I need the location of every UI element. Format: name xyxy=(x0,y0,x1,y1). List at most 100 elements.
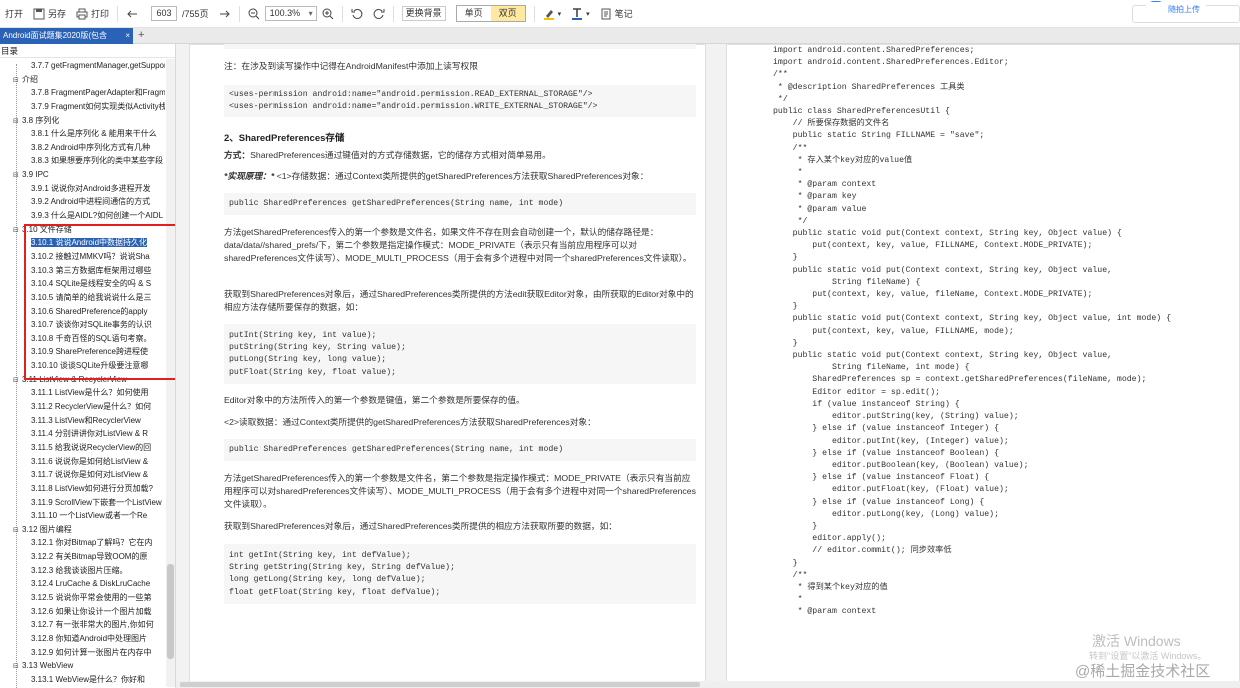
notes-button[interactable]: 笔记 xyxy=(595,3,638,25)
outline-label: 3.11.8 ListView如何进行分页加载? xyxy=(31,483,153,493)
outline-item[interactable]: 3.11.4 分别讲讲你对ListView & R xyxy=(0,427,165,441)
divider xyxy=(392,5,394,22)
background-dropdown[interactable]: 更换背景 xyxy=(401,6,446,21)
sidebar-scroll-thumb[interactable] xyxy=(167,564,174,659)
outline-item[interactable]: 3.8.1 什么是序列化 & 能用来干什么 xyxy=(0,127,165,141)
print-button[interactable]: 打印 xyxy=(71,3,114,25)
outline-item[interactable]: 3.13.1 WebView是什么？你好和 xyxy=(0,673,165,687)
zoom-out-button[interactable] xyxy=(243,3,265,25)
outline-item[interactable]: 3.10.10 谈谈SQLite升级要注意哪 xyxy=(0,359,165,373)
paragraph-5: 方法getSharedPreferences传入的第一个参数是文件名，第二个参数… xyxy=(224,473,696,510)
outline-item[interactable]: 3.12.9 如何计算一张图片在内存中 xyxy=(0,646,165,660)
outline-section[interactable]: ⊟ 3.10 文件存储 xyxy=(0,223,165,237)
note-icon xyxy=(601,8,611,19)
add-tab-button[interactable]: + xyxy=(138,28,144,43)
outline-label: 3.10.3 第三方数据库框架用过哪些 xyxy=(31,265,152,275)
outline-item[interactable]: 3.9.1 说说你对Android多进程开发 xyxy=(0,182,165,196)
outline-item[interactable]: 3.8.2 Android中序列化方式有几种 xyxy=(0,141,165,155)
outline-item[interactable]: 3.10.3 第三方数据库框架用过哪些 xyxy=(0,264,165,278)
outline-label: 3.12.1 你对Bitmap了解吗？它在内 xyxy=(31,538,153,548)
outline-item[interactable]: 3.12.3 给我谈谈图片压缩。 xyxy=(0,564,165,578)
outline-item[interactable]: 3.10.5 请简单的给我说说什么是三 xyxy=(0,291,165,305)
single-page-label: 单页 xyxy=(464,8,483,18)
outline-item[interactable]: 3.12.8 你知道Android中处理图片 xyxy=(0,632,165,646)
tab-document[interactable]: Android面试题集2020版(包含 × xyxy=(0,28,133,44)
outline-item[interactable]: 3.11.3 ListView和RecyclerView xyxy=(0,414,165,428)
collapse-toggle-icon[interactable]: ⊟ xyxy=(13,115,21,128)
collapse-toggle-icon[interactable]: ⊟ xyxy=(13,524,21,537)
outline-item[interactable]: 3.11.8 ListView如何进行分页加载? xyxy=(0,482,165,496)
collapse-toggle-icon[interactable]: ⊟ xyxy=(13,169,21,182)
outline-item[interactable]: 3.7.9 Fragment如何实现类似Activity栈 xyxy=(0,100,165,114)
highlight-button[interactable]: ▾ xyxy=(538,3,567,25)
outline-item[interactable]: 3.11.10 一个ListView或者一个Re xyxy=(0,509,165,523)
outline-item[interactable]: 3.12.2 有关Bitmap导致OOM的原 xyxy=(0,550,165,564)
open-button[interactable]: 打开 xyxy=(0,3,28,25)
outline-item[interactable]: 3.10.9 SharePreference跨进程使 xyxy=(0,345,165,359)
outline-label: 3.8.2 Android中序列化方式有几种 xyxy=(31,142,151,152)
outline-item[interactable]: 3.12.7 有一张非常大的图片,你如何 xyxy=(0,618,165,632)
zoom-select[interactable]: 100.3% xyxy=(264,6,317,21)
double-page-button[interactable]: 双页 xyxy=(490,6,525,21)
rotate-right-button[interactable] xyxy=(368,3,390,25)
divider xyxy=(341,5,343,22)
zoom-in-icon xyxy=(322,8,333,19)
outline-label: 3.10.7 谈谈你对SQLite事务的认识 xyxy=(31,320,152,330)
outline-item[interactable]: 3.7.8 FragmentPagerAdapter和FragmentState… xyxy=(0,86,165,100)
text-color-button[interactable]: ▾ xyxy=(566,3,595,25)
collapse-toggle-icon[interactable]: ⊟ xyxy=(13,74,21,87)
outline-item[interactable]: 3.11.2 RecyclerView是什么？如何 xyxy=(0,400,165,414)
outline-item[interactable]: 3.12.4 LruCache & DiskLruCache xyxy=(0,577,165,591)
outline-label: 3.11.5 给我说说RecyclerView的回 xyxy=(31,442,152,452)
paragraph-2: 获取到SharedPreferences对象后，通过SharedPreferen… xyxy=(224,289,694,313)
outline-item[interactable]: 3.10.2 接触过MMKV吗？说说Sha xyxy=(0,250,165,264)
outline-item[interactable]: 3.12.1 你对Bitmap了解吗？它在内 xyxy=(0,536,165,550)
outline-section[interactable]: ⊟ 3.13 WebView xyxy=(0,659,165,673)
outline-label: 3.8 序列化 xyxy=(22,115,60,125)
page-left: 注：在涉及到读写操作中记得在AndroidManifest中添加上读写权限 <u… xyxy=(189,44,706,688)
watermark-activate: 激活 Windows xyxy=(1092,633,1181,649)
outline-item[interactable]: 3.9.3 什么是AIDL?如何创建一个AIDL xyxy=(0,209,165,223)
outline-section[interactable]: ⊟ 介绍 xyxy=(0,73,165,87)
outline-item[interactable]: 3.10.8 千奇百怪的SQL语句考察。 xyxy=(0,332,165,346)
upload-button[interactable]: 随拍上传 xyxy=(1146,2,1206,18)
outline-item[interactable]: 3.9.2 Android中进程间通信的方式 xyxy=(0,195,165,209)
outline-label: 3.11.7 说说你是如何对ListView & xyxy=(31,470,149,480)
outline-item[interactable]: 3.7.7 getFragmentManager,getSupportFragm… xyxy=(0,59,165,73)
outline-item[interactable]: 3.10.7 谈谈你对SQLite事务的认识 xyxy=(0,318,165,332)
outline-section[interactable]: ⊟ 3.9 IPC xyxy=(0,168,165,182)
outline-item[interactable]: 3.11.5 给我说说RecyclerView的回 xyxy=(0,441,165,455)
collapse-toggle-icon[interactable]: ⊟ xyxy=(13,660,21,673)
page-number-input[interactable]: 603 xyxy=(151,6,178,21)
prev-page-button[interactable] xyxy=(121,3,143,25)
outline-item[interactable]: 3.12.6 如果让你设计一个图片加载 xyxy=(0,605,165,619)
outline-section[interactable]: ⊟ 3.8 序列化 xyxy=(0,114,165,128)
outline-section[interactable]: ⊟ 3.11 ListView & RecyclerView xyxy=(0,373,165,387)
outline-item[interactable]: 3.11.1 ListView是什么？如何使用 xyxy=(0,386,165,400)
horizontal-scroll-thumb[interactable] xyxy=(180,682,700,687)
zoom-in-button[interactable] xyxy=(317,3,339,25)
single-page-button[interactable]: 单页 xyxy=(457,6,491,21)
outline-item[interactable]: 3.8.3 如果想要序列化的类中某些字段 xyxy=(0,154,165,168)
outline-item[interactable]: 3.10.4 SQLite是线程安全的吗 & S xyxy=(0,277,165,291)
next-page-button[interactable] xyxy=(214,3,236,25)
save-as-button[interactable]: 另存 xyxy=(28,3,71,25)
outline-label: 3.12.6 如果让你设计一个图片加载 xyxy=(31,606,152,616)
collapse-toggle-icon[interactable]: ⊟ xyxy=(13,374,21,387)
outline-item[interactable]: 3.10.1 说说Android中数据持久化 xyxy=(0,236,165,250)
outline-label: 3.10.1 说说Android中数据持久化 xyxy=(31,238,148,248)
outline-item[interactable]: 3.10.6 SharedPreference的apply xyxy=(0,305,165,319)
paragraph-1: 方法getSharedPreferences传入的第一个参数是文件名，如果文件不… xyxy=(224,227,692,264)
outline-item[interactable]: 3.11.6 说说你是如何给ListView & xyxy=(0,455,165,469)
code-block-put: putInt(String key, int value); putString… xyxy=(224,324,696,384)
outline-item[interactable]: 3.11.9 ScrollView下嵌套一个ListView xyxy=(0,496,165,510)
outline-section[interactable]: ⊟ 3.12 图片编程 xyxy=(0,523,165,537)
outline-item[interactable]: 3.11.7 说说你是如何对ListView & xyxy=(0,468,165,482)
rotate-left-button[interactable] xyxy=(346,3,368,25)
page-right: import android.content.SharedPreferences… xyxy=(726,44,1240,688)
tab-title: Android面试题集2020版(包含 xyxy=(3,31,108,40)
rotate-right-icon xyxy=(373,8,385,19)
outline-item[interactable]: 3.12.5 说说你平常会使用的一些第 xyxy=(0,591,165,605)
close-icon[interactable]: × xyxy=(125,28,130,44)
collapse-toggle-icon[interactable]: ⊟ xyxy=(13,224,21,237)
